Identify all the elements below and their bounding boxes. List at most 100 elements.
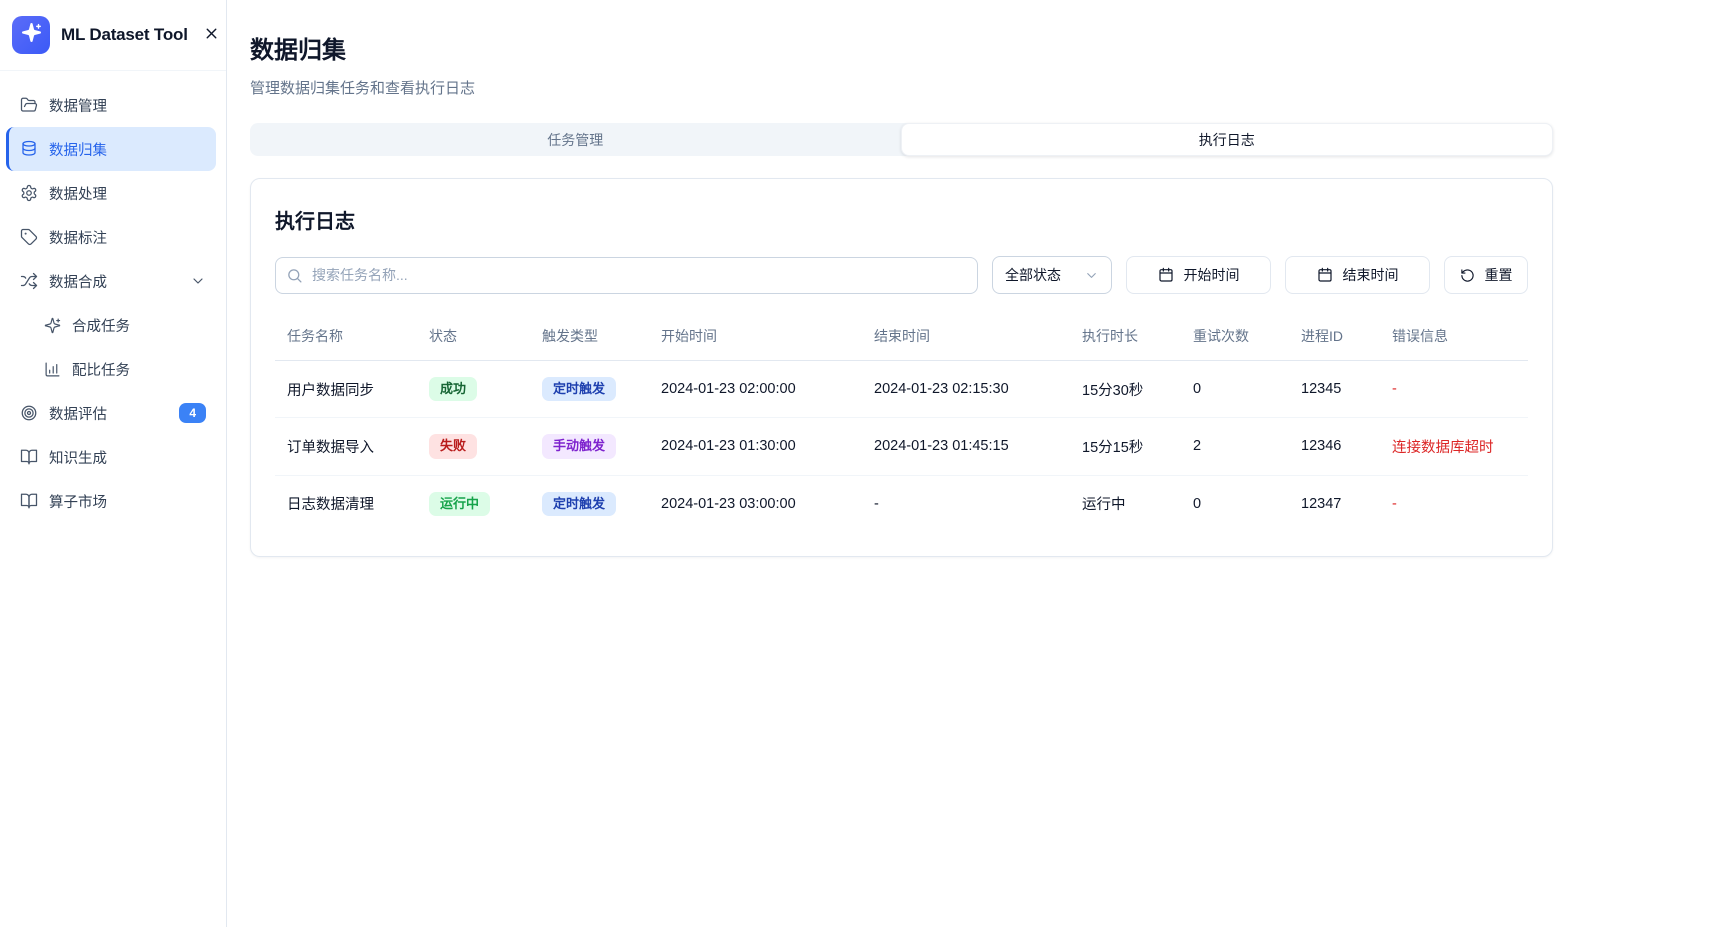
sidebar-item-data-collection[interactable]: 数据归集 — [6, 127, 216, 171]
end-time-label: 结束时间 — [1343, 265, 1399, 285]
gear-icon — [20, 184, 38, 202]
end-time-button[interactable]: 结束时间 — [1285, 256, 1430, 294]
bar-chart-icon — [44, 361, 61, 378]
cell-error: - — [1380, 361, 1528, 418]
cell-error: 连接数据库超时 — [1380, 418, 1528, 475]
col-trigger-type: 触发类型 — [530, 318, 649, 361]
database-icon — [20, 140, 38, 158]
sidebar-item-data-evaluation[interactable]: 数据评估 4 — [6, 391, 216, 435]
execution-logs-panel: 执行日志 全部状态 — [250, 178, 1553, 557]
sidebar-item-label: 数据处理 — [49, 183, 107, 204]
sidebar-item-data-labeling[interactable]: 数据标注 — [6, 215, 216, 259]
evaluation-count-badge: 4 — [179, 403, 206, 423]
sidebar-item-label: 算子市场 — [49, 491, 107, 512]
chevron-down-icon — [190, 273, 206, 289]
execution-logs-table: 任务名称 状态 触发类型 开始时间 结束时间 执行时长 重试次数 进程ID 错误… — [275, 318, 1528, 532]
sidebar-header: ML Dataset Tool — [0, 0, 226, 71]
cell-trigger: 定时触发 — [530, 475, 649, 532]
col-duration: 执行时长 — [1070, 318, 1181, 361]
sparkles-icon — [21, 22, 42, 48]
cell-pid: 12347 — [1289, 475, 1380, 532]
calendar-icon — [1317, 267, 1333, 283]
cell-end-time: 2024-01-23 02:15:30 — [862, 361, 1070, 418]
status-badge: 失败 — [429, 434, 477, 458]
reset-button[interactable]: 重置 — [1444, 256, 1528, 294]
trigger-badge: 手动触发 — [542, 434, 616, 458]
reset-icon — [1460, 268, 1475, 283]
page-subtitle: 管理数据归集任务和查看执行日志 — [250, 77, 1553, 98]
app-title: ML Dataset Tool — [61, 25, 188, 45]
start-time-button[interactable]: 开始时间 — [1126, 256, 1271, 294]
calendar-icon — [1158, 267, 1174, 283]
tab-execution-logs[interactable]: 执行日志 — [901, 123, 1554, 156]
close-icon — [203, 25, 220, 45]
sidebar-item-synthesis-task[interactable]: 合成任务 — [6, 303, 216, 347]
chevron-down-icon — [1084, 268, 1099, 283]
col-error: 错误信息 — [1380, 318, 1528, 361]
col-retries: 重试次数 — [1181, 318, 1289, 361]
col-pid: 进程ID — [1289, 318, 1380, 361]
cell-end-time: - — [862, 475, 1070, 532]
cell-duration: 运行中 — [1070, 475, 1181, 532]
sparkles-icon — [44, 317, 61, 334]
trigger-badge: 定时触发 — [542, 492, 616, 516]
status-filter-select[interactable]: 全部状态 — [992, 256, 1112, 294]
sidebar-item-label: 数据合成 — [49, 271, 107, 292]
cell-start-time: 2024-01-23 01:30:00 — [649, 418, 862, 475]
book-icon — [20, 492, 38, 510]
sidebar-item-label: 数据归集 — [49, 139, 107, 160]
search-box — [275, 257, 978, 294]
book-icon — [20, 448, 38, 466]
sidebar-nav: 数据管理 数据归集 数据处理 数据标注 — [0, 71, 226, 523]
status-badge: 成功 — [429, 377, 477, 401]
tag-icon — [20, 228, 38, 246]
cell-retries: 0 — [1181, 475, 1289, 532]
cell-pid: 12345 — [1289, 361, 1380, 418]
app-logo — [12, 16, 50, 54]
sidebar-item-data-management[interactable]: 数据管理 — [6, 83, 216, 127]
filter-toolbar: 全部状态 开始时间 — [275, 256, 1528, 294]
cell-status: 运行中 — [417, 475, 530, 532]
cell-duration: 15分15秒 — [1070, 418, 1181, 475]
col-start-time: 开始时间 — [649, 318, 862, 361]
table-row: 用户数据同步 成功 定时触发 2024-01-23 02:00:00 2024-… — [275, 361, 1528, 418]
search-input[interactable] — [275, 257, 978, 294]
col-status: 状态 — [417, 318, 530, 361]
app-window: ML Dataset Tool 数据管理 数据归集 — [0, 0, 1711, 927]
sidebar-item-operator-market[interactable]: 算子市场 — [6, 479, 216, 523]
status-badge: 运行中 — [429, 492, 490, 516]
sidebar-item-label: 数据管理 — [49, 95, 107, 116]
cell-retries: 0 — [1181, 361, 1289, 418]
close-sidebar-button[interactable] — [199, 21, 224, 49]
panel-title: 执行日志 — [275, 205, 1528, 234]
cell-pid: 12346 — [1289, 418, 1380, 475]
folder-icon — [20, 96, 38, 114]
cell-status: 成功 — [417, 361, 530, 418]
col-end-time: 结束时间 — [862, 318, 1070, 361]
sidebar-item-label: 数据评估 — [49, 403, 107, 424]
reset-label: 重置 — [1485, 265, 1513, 285]
cell-end-time: 2024-01-23 01:45:15 — [862, 418, 1070, 475]
main-area: 数据归集 管理数据归集任务和查看执行日志 任务管理 执行日志 执行日志 全 — [227, 0, 1711, 927]
cell-task-name: 日志数据清理 — [275, 475, 417, 532]
table-header-row: 任务名称 状态 触发类型 开始时间 结束时间 执行时长 重试次数 进程ID 错误… — [275, 318, 1528, 361]
sidebar-item-label: 数据标注 — [49, 227, 107, 248]
sidebar-item-knowledge-generation[interactable]: 知识生成 — [6, 435, 216, 479]
start-time-label: 开始时间 — [1184, 265, 1240, 285]
sidebar-item-label: 合成任务 — [72, 315, 130, 336]
sidebar-item-data-processing[interactable]: 数据处理 — [6, 171, 216, 215]
cell-duration: 15分30秒 — [1070, 361, 1181, 418]
tab-task-management[interactable]: 任务管理 — [250, 123, 901, 156]
page-title: 数据归集 — [250, 30, 1553, 65]
cell-retries: 2 — [1181, 418, 1289, 475]
cell-start-time: 2024-01-23 03:00:00 — [649, 475, 862, 532]
status-filter-value: 全部状态 — [1005, 265, 1061, 285]
target-icon — [20, 404, 38, 422]
sidebar: ML Dataset Tool 数据管理 数据归集 — [0, 0, 227, 927]
cell-error: - — [1380, 475, 1528, 532]
cell-start-time: 2024-01-23 02:00:00 — [649, 361, 862, 418]
sidebar-item-ratio-task[interactable]: 配比任务 — [6, 347, 216, 391]
col-task-name: 任务名称 — [275, 318, 417, 361]
sidebar-item-data-synthesis[interactable]: 数据合成 — [6, 259, 216, 303]
cell-trigger: 手动触发 — [530, 418, 649, 475]
